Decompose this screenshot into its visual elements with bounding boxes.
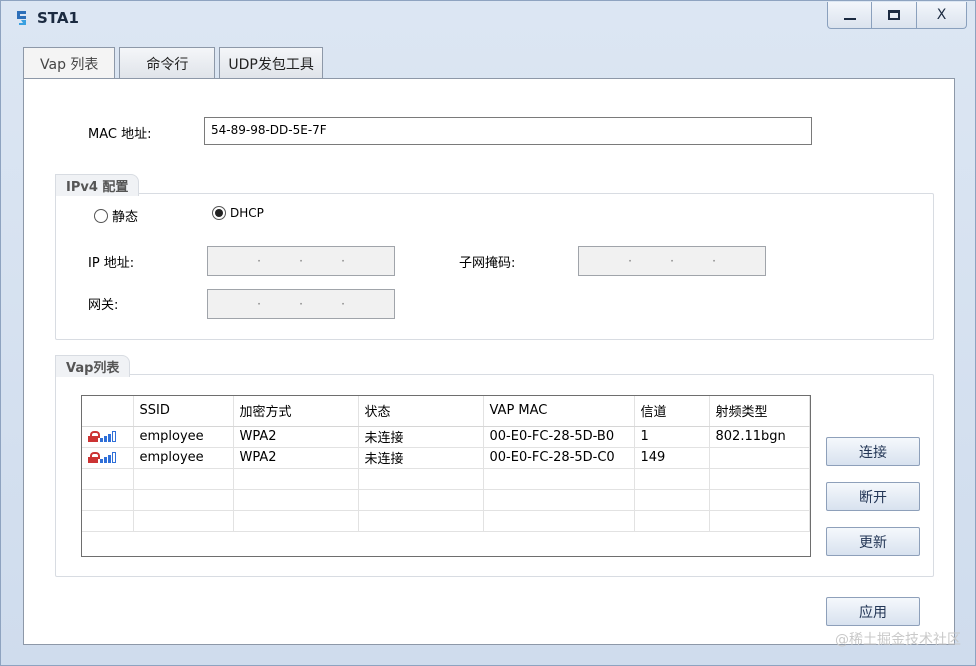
mac-address-field[interactable]: 54-89-98-DD-5E-7F xyxy=(204,117,812,145)
dhcp-radio[interactable]: DHCP xyxy=(212,206,264,220)
maximize-icon xyxy=(888,10,900,20)
dhcp-radio-icon xyxy=(212,206,226,220)
ssid-cell: employee xyxy=(133,426,234,448)
window-title: STA1 xyxy=(37,9,79,27)
ip-dot: · xyxy=(670,254,674,268)
title-bar[interactable]: STA1 X xyxy=(1,1,975,35)
signal-cell xyxy=(82,426,134,448)
ip-dot: · xyxy=(257,297,261,311)
lock-icon xyxy=(88,431,100,442)
maximize-button[interactable] xyxy=(872,2,917,29)
refresh-button[interactable]: 更新 xyxy=(826,527,920,556)
tab-command-line[interactable]: 命令行 xyxy=(119,47,216,79)
radio-type-cell: 802.11bgn xyxy=(709,426,810,448)
table-row xyxy=(82,489,810,511)
table-row xyxy=(82,468,810,490)
mac-label: MAC 地址: xyxy=(88,127,152,142)
status-cell: 未连接 xyxy=(358,426,484,448)
ip-address-field[interactable]: · · · xyxy=(207,246,395,276)
station-window: STA1 X Vap 列表 命令行 UDP发包工具 MAC 地址: 54-89-… xyxy=(0,0,976,666)
static-radio-icon xyxy=(94,208,108,223)
table-row[interactable]: employee WPA2 未连接 00-E0-FC-28-5D-B0 1 80… xyxy=(82,426,810,448)
ipv4-group-title: IPv4 配置 xyxy=(55,174,140,196)
ip-dot: · xyxy=(299,254,303,268)
close-button[interactable]: X xyxy=(917,2,967,29)
gateway-label: 网关: xyxy=(88,298,119,313)
table-row[interactable]: employee WPA2 未连接 00-E0-FC-28-5D-C0 149 xyxy=(82,447,810,469)
vap-mac-cell: 00-E0-FC-28-5D-B0 xyxy=(483,426,635,448)
ip-dot: · xyxy=(628,254,632,268)
static-radio-label: 静态 xyxy=(112,210,139,225)
station-app-icon xyxy=(17,11,26,25)
close-icon: X xyxy=(936,7,947,23)
ip-address-label: IP 地址: xyxy=(88,256,135,271)
ssid-cell: employee xyxy=(133,447,234,469)
column-header[interactable]: 射频类型 xyxy=(709,396,810,427)
ip-dot: · xyxy=(299,297,303,311)
column-header[interactable]: SSID xyxy=(133,396,234,427)
vap-table[interactable]: SSID 加密方式 状态 VAP MAC 信道 射频类型 employee WP… xyxy=(81,395,811,557)
dhcp-radio-label: DHCP xyxy=(230,206,264,220)
disconnect-button[interactable]: 断开 xyxy=(826,482,920,511)
channel-cell: 1 xyxy=(634,426,710,448)
radio-type-cell xyxy=(709,447,810,469)
column-header[interactable]: VAP MAC xyxy=(483,396,635,427)
encryption-cell: WPA2 xyxy=(233,426,359,448)
signal-strength-icon xyxy=(100,452,116,463)
vap-mac-cell: 00-E0-FC-28-5D-C0 xyxy=(483,447,635,469)
subnet-mask-field[interactable]: · · · xyxy=(578,246,766,276)
signal-strength-icon xyxy=(100,431,116,442)
ip-dot: · xyxy=(712,254,716,268)
ip-dot: · xyxy=(341,254,345,268)
subnet-mask-label: 子网掩码: xyxy=(459,256,516,271)
apply-button[interactable]: 应用 xyxy=(826,597,920,626)
tab-content: MAC 地址: 54-89-98-DD-5E-7F IPv4 配置 静态 DHC… xyxy=(23,78,955,645)
minimize-button[interactable] xyxy=(827,2,872,29)
connect-button[interactable]: 连接 xyxy=(826,437,920,466)
column-header[interactable]: 状态 xyxy=(358,396,484,427)
status-cell: 未连接 xyxy=(358,447,484,469)
tab-bar: Vap 列表 命令行 UDP发包工具 xyxy=(23,47,327,80)
signal-column-header xyxy=(82,396,134,427)
minimize-icon xyxy=(843,18,856,20)
watermark: @稀土掘金技术社区 xyxy=(835,632,961,648)
tab-udp-tool[interactable]: UDP发包工具 xyxy=(219,47,323,79)
gateway-field[interactable]: · · · xyxy=(207,289,395,319)
channel-cell: 149 xyxy=(634,447,710,469)
table-row xyxy=(82,510,810,532)
tab-vap-list[interactable]: Vap 列表 xyxy=(23,47,116,80)
ip-dot: · xyxy=(341,297,345,311)
column-header[interactable]: 信道 xyxy=(634,396,710,427)
column-header[interactable]: 加密方式 xyxy=(233,396,359,427)
ip-dot: · xyxy=(257,254,261,268)
vap-group-title: Vap列表 xyxy=(55,355,131,377)
signal-cell xyxy=(82,447,134,469)
lock-icon xyxy=(88,452,100,463)
encryption-cell: WPA2 xyxy=(233,447,359,469)
static-radio[interactable]: 静态 xyxy=(94,206,138,225)
